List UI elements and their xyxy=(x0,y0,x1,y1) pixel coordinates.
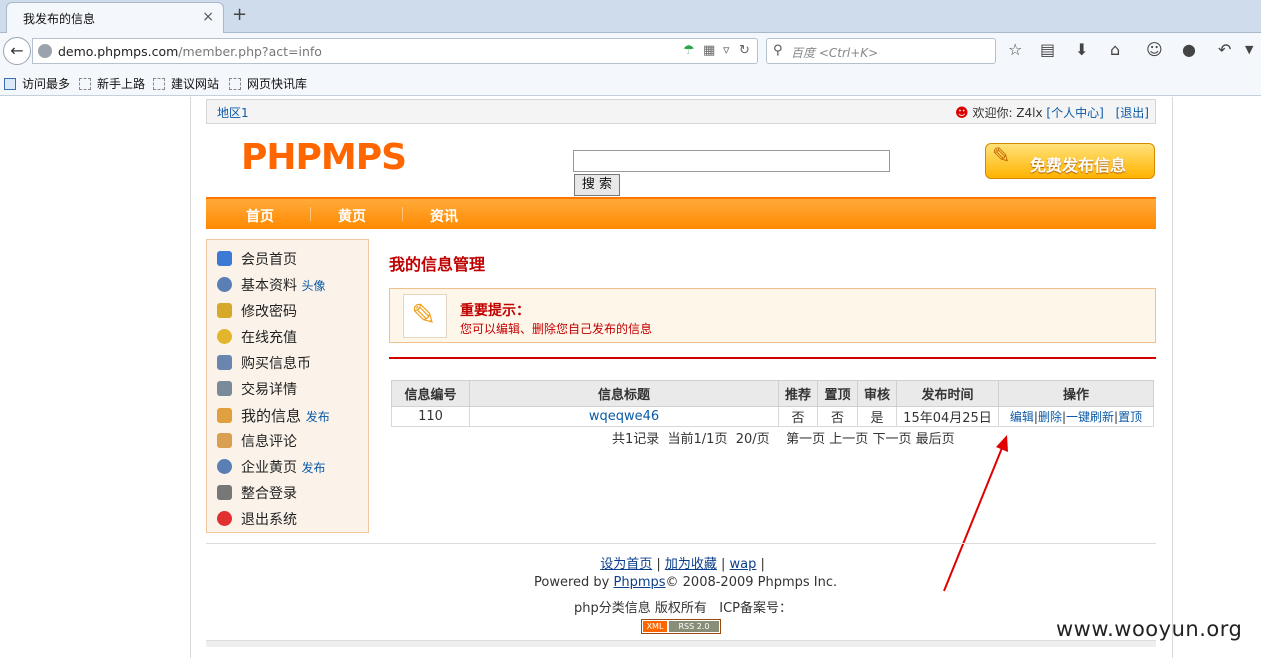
address-bar[interactable]: demo.phpmps.com/member.php?act=info ☂ ▦ … xyxy=(32,38,758,64)
tab-title: 我发布的信息 xyxy=(23,12,96,26)
dropdown-icon[interactable]: ▿ xyxy=(723,43,730,58)
icp-text: php分类信息 版权所有 ICP备案号： xyxy=(574,601,793,616)
rss-version-label: RSS 2.0 xyxy=(669,621,719,632)
annotation-arrow xyxy=(943,435,1008,592)
new-tab-icon[interactable]: + xyxy=(232,4,247,25)
add-favorite-link[interactable]: 加为收藏 xyxy=(665,557,717,572)
rss-badge[interactable]: XML RSS 2.0 xyxy=(641,619,721,634)
qrcode-icon[interactable]: ▦ xyxy=(703,43,715,58)
browser-nav-bar: ← demo.phpmps.com/member.php?act=info ☂ … xyxy=(0,33,1261,69)
star-icon[interactable]: ☆ xyxy=(1008,40,1022,59)
browser-tab-active[interactable]: 我发布的信息 × xyxy=(6,2,224,33)
wap-link[interactable]: wap xyxy=(730,557,757,572)
bookmark-item[interactable]: 访问最多 xyxy=(4,75,70,92)
shield-icon[interactable]: ☂ xyxy=(683,43,695,58)
bookmark-item[interactable]: 网页快讯库 xyxy=(229,75,307,92)
bookmark-item[interactable]: 新手上路 xyxy=(79,75,145,92)
web-page: 地区1 ☻ 欢迎你: Z4lx [个人中心] [退出] PHPMPS 搜 索 ✎… xyxy=(0,97,1261,658)
download-icon[interactable]: ⬇ xyxy=(1075,40,1088,59)
bookmarks-bar: 访问最多 新手上路 建议网站 网页快讯库 xyxy=(0,69,1261,96)
bookmark-item[interactable]: 建议网站 xyxy=(153,75,219,92)
menu-dropdown-icon[interactable]: ▼ xyxy=(1245,43,1253,56)
url-text: demo.phpmps.com/member.php?act=info xyxy=(58,44,322,59)
smile-icon[interactable]: ☺ xyxy=(1146,40,1163,59)
chat-icon[interactable]: ● xyxy=(1182,40,1196,59)
set-homepage-link[interactable]: 设为首页 xyxy=(600,557,652,572)
folder-icon xyxy=(229,78,241,90)
folder-icon xyxy=(79,78,91,90)
phpmps-link[interactable]: Phpmps xyxy=(613,575,665,590)
watermark: www.wooyun.org xyxy=(1056,617,1243,641)
search-box[interactable]: ⚲ 百度 <Ctrl+K> xyxy=(766,38,996,64)
back-arrow-icon[interactable]: ← xyxy=(3,37,31,65)
rss-xml-label: XML xyxy=(643,621,667,632)
footer-divider xyxy=(206,543,1156,544)
undo-icon[interactable]: ↶ xyxy=(1218,40,1231,59)
globe-icon xyxy=(38,44,52,58)
footer-links: 设为首页 | 加为收藏 | wap | xyxy=(600,557,765,572)
search-placeholder: 百度 <Ctrl+K> xyxy=(791,46,879,60)
powered-by: Powered by Phpmps© 2008-2009 Phpmps Inc. xyxy=(534,575,838,590)
home-icon[interactable]: ⌂ xyxy=(1110,40,1120,59)
folder-icon xyxy=(153,78,165,90)
browser-tab-bar: 我发布的信息 × + xyxy=(0,0,1261,33)
reader-icon[interactable]: ▤ xyxy=(1040,40,1055,59)
bookmark-icon xyxy=(4,78,16,90)
search-icon: ⚲ xyxy=(773,43,783,58)
tab-close-icon[interactable]: × xyxy=(202,9,214,25)
footer-bar xyxy=(206,640,1156,647)
reload-icon[interactable]: ↻ xyxy=(739,43,750,58)
